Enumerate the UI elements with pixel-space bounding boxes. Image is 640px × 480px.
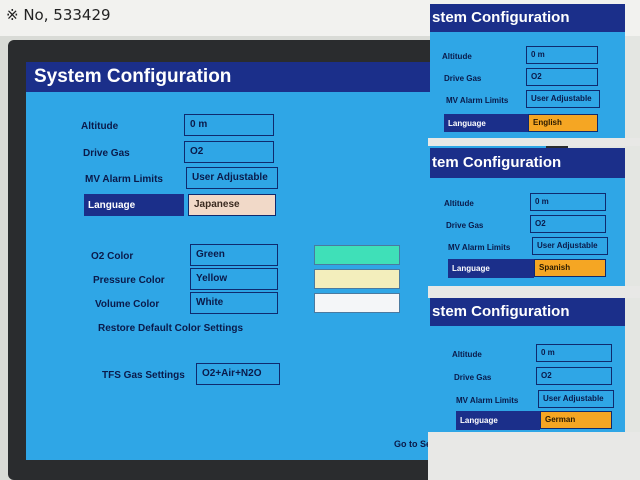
drive-gas-label: Drive Gas [446,221,484,230]
drive-gas-field[interactable]: O2 [526,68,598,86]
mv-alarm-limits-label: MV Alarm Limits [446,96,509,105]
volume-color-field[interactable]: White [190,292,278,314]
inset-title: tem Configuration [430,148,625,178]
altitude-field[interactable]: 0 m [536,344,612,362]
drive-gas-label: Drive Gas [83,148,130,159]
mv-alarm-limits-label: MV Alarm Limits [448,243,511,252]
altitude-field[interactable]: 0 m [184,114,274,136]
lot-number-label: ※ No, 533429 [6,6,111,24]
pressure-color-swatch [314,269,400,289]
inset-divider [428,286,640,298]
o2-color-field[interactable]: Green [190,244,278,266]
inset-screenshot-spanish: tem Configuration Altitude 0 m Drive Gas… [430,148,625,286]
altitude-label: Altitude [452,350,482,359]
language-label: Language [460,416,498,425]
inset-title: stem Configuration [430,4,625,32]
drive-gas-label: Drive Gas [454,373,492,382]
o2-color-swatch [314,245,400,265]
mv-alarm-limits-label: MV Alarm Limits [456,396,519,405]
altitude-label: Altitude [444,199,474,208]
inset-divider [428,138,640,146]
language-field[interactable]: English [528,114,598,132]
altitude-label: Altitude [442,52,472,61]
language-field[interactable]: Spanish [534,259,606,277]
altitude-field[interactable]: 0 m [526,46,598,64]
drive-gas-field[interactable]: O2 [530,215,606,233]
altitude-field[interactable]: 0 m [530,193,606,211]
mv-alarm-limits-field[interactable]: User Adjustable [538,390,614,408]
photo-background-bottom [428,432,640,480]
pressure-color-field[interactable]: Yellow [190,268,278,290]
mv-alarm-limits-field[interactable]: User Adjustable [526,90,600,108]
drive-gas-field[interactable]: O2 [184,141,274,163]
language-label: Language [448,119,486,128]
mv-alarm-limits-label: MV Alarm Limits [85,174,163,185]
tfs-gas-settings-label: TFS Gas Settings [102,370,185,381]
language-label: Language [452,264,490,273]
drive-gas-label: Drive Gas [444,74,482,83]
mv-alarm-limits-field[interactable]: User Adjustable [186,167,278,189]
inset-screenshot-german: stem Configuration Altitude 0 m Drive Ga… [430,298,625,432]
language-label: Language [88,200,136,211]
inset-title: stem Configuration [430,298,625,326]
pressure-color-label: Pressure Color [93,275,165,286]
language-field[interactable]: Japanese [188,194,276,216]
restore-default-colors-button[interactable]: Restore Default Color Settings [98,323,243,334]
language-field[interactable]: German [540,411,612,429]
volume-color-swatch [314,293,400,313]
altitude-label: Altitude [81,121,119,132]
drive-gas-field[interactable]: O2 [536,367,612,385]
volume-color-label: Volume Color [95,299,160,310]
inset-screenshot-english: stem Configuration Altitude 0 m Drive Ga… [430,4,625,138]
o2-color-label: O2 Color [91,251,134,262]
tfs-gas-settings-field[interactable]: O2+Air+N2O [196,363,280,385]
mv-alarm-limits-field[interactable]: User Adjustable [532,237,608,255]
